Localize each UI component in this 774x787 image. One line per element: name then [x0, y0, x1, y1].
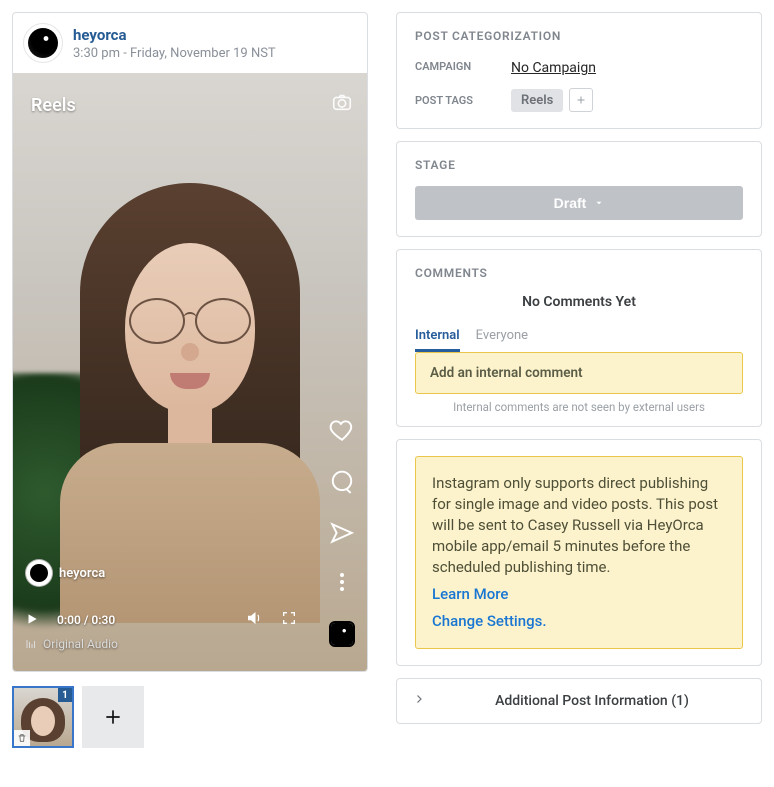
heart-icon[interactable]: [329, 417, 355, 447]
notice-panel: Instagram only supports direct publishin…: [396, 439, 762, 666]
change-settings-link[interactable]: Change Settings.: [432, 611, 726, 632]
media-thumb-1[interactable]: 1: [12, 686, 74, 748]
video-controls: 0:00 / 0:30: [25, 609, 297, 631]
tag-chip[interactable]: Reels: [511, 89, 563, 112]
comment-icon[interactable]: [329, 469, 355, 499]
no-comments-text: No Comments Yet: [415, 294, 743, 310]
reel-label: Reels: [31, 95, 76, 116]
reel-video-preview[interactable]: Reels: [13, 73, 367, 671]
comments-title: COMMENTS: [415, 266, 743, 280]
tag-row: Reels: [511, 88, 743, 112]
playback-time: 0:00 / 0:30: [57, 613, 115, 627]
media-thumbnails: 1: [12, 686, 368, 748]
chevron-right-icon: [413, 693, 425, 709]
audio-chip[interactable]: [329, 621, 355, 647]
stage-title: STAGE: [415, 158, 743, 172]
learn-more-link[interactable]: Learn More: [432, 584, 726, 605]
notice-body: Instagram only supports direct publishin…: [432, 474, 718, 576]
account-handle[interactable]: heyorca: [73, 26, 276, 44]
play-icon[interactable]: [25, 611, 39, 630]
publishing-notice: Instagram only supports direct publishin…: [415, 456, 743, 649]
categorization-title: POST CATEGORIZATION: [415, 29, 743, 43]
categorization-panel: POST CATEGORIZATION CAMPAIGN No Campaign…: [396, 12, 762, 129]
original-audio-label[interactable]: Original Audio: [25, 637, 118, 651]
reel-author-overlay[interactable]: heyorca: [25, 559, 105, 587]
campaign-label: CAMPAIGN: [415, 60, 511, 73]
internal-comment-hint: Internal comments are not seen by extern…: [415, 400, 743, 414]
share-icon[interactable]: [329, 521, 355, 551]
add-tag-button[interactable]: [569, 88, 593, 112]
volume-icon[interactable]: [245, 609, 263, 631]
tab-everyone[interactable]: Everyone: [476, 328, 528, 352]
post-preview-card: heyorca 3:30 pm - Friday, November 19 NS…: [12, 12, 368, 672]
more-icon[interactable]: [340, 573, 344, 591]
account-avatar: [23, 23, 63, 63]
stage-panel: STAGE Draft: [396, 141, 762, 237]
comments-panel: COMMENTS No Comments Yet Internal Everyo…: [396, 249, 762, 427]
tab-internal[interactable]: Internal: [415, 328, 460, 352]
delete-media-icon[interactable]: [14, 730, 30, 746]
internal-comment-input[interactable]: Add an internal comment: [415, 352, 743, 394]
campaign-value-link[interactable]: No Campaign: [511, 60, 596, 76]
thumb-count-badge: 1: [58, 688, 72, 702]
tags-label: POST TAGS: [415, 94, 511, 107]
stage-dropdown[interactable]: Draft: [415, 186, 743, 220]
post-header: heyorca 3:30 pm - Friday, November 19 NS…: [13, 13, 367, 73]
accordion-title: Additional Post Information (1): [439, 693, 745, 709]
camera-icon[interactable]: [331, 91, 353, 117]
chevron-down-icon: [594, 198, 604, 208]
add-media-button[interactable]: [82, 686, 144, 748]
additional-info-accordion[interactable]: Additional Post Information (1): [396, 678, 762, 724]
fullscreen-icon[interactable]: [281, 610, 297, 630]
schedule-timestamp: 3:30 pm - Friday, November 19 NST: [73, 46, 276, 61]
